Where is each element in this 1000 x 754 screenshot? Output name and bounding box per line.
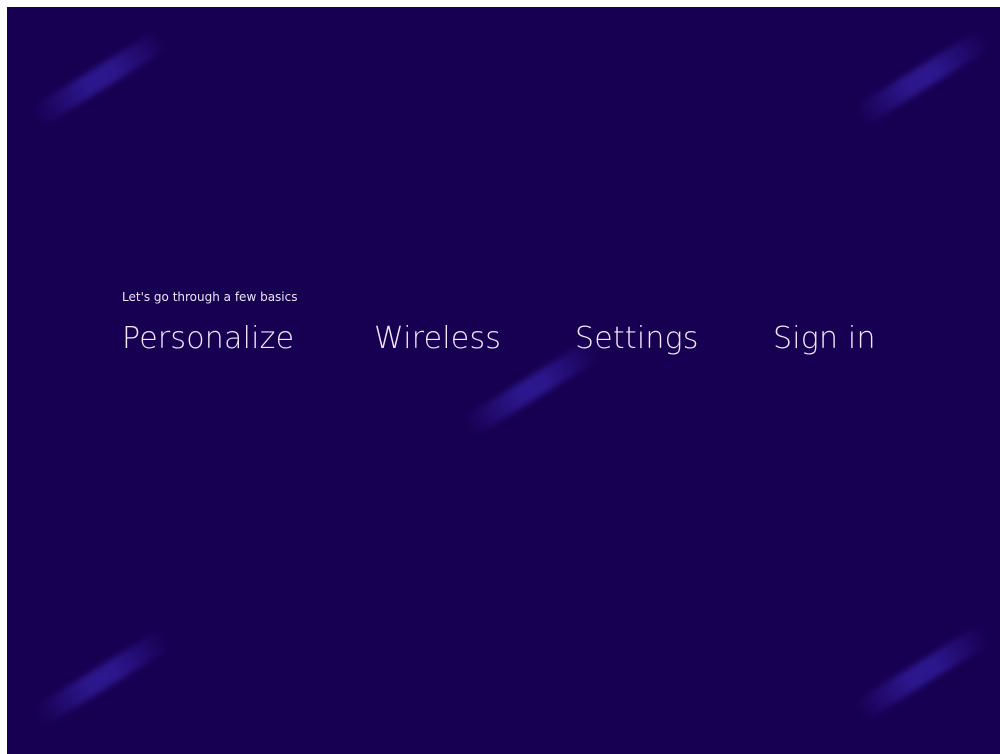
step-settings: Settings — [575, 321, 699, 356]
setup-subtitle: Let's go through a few basics — [122, 290, 298, 304]
step-sign-in: Sign in — [773, 321, 876, 356]
setup-screen: Let's go through a few basics Personaliz… — [7, 7, 1000, 754]
step-personalize: Personalize — [122, 321, 295, 356]
step-wireless: Wireless — [374, 321, 502, 356]
setup-content: Let's go through a few basics Personaliz… — [7, 7, 1000, 754]
